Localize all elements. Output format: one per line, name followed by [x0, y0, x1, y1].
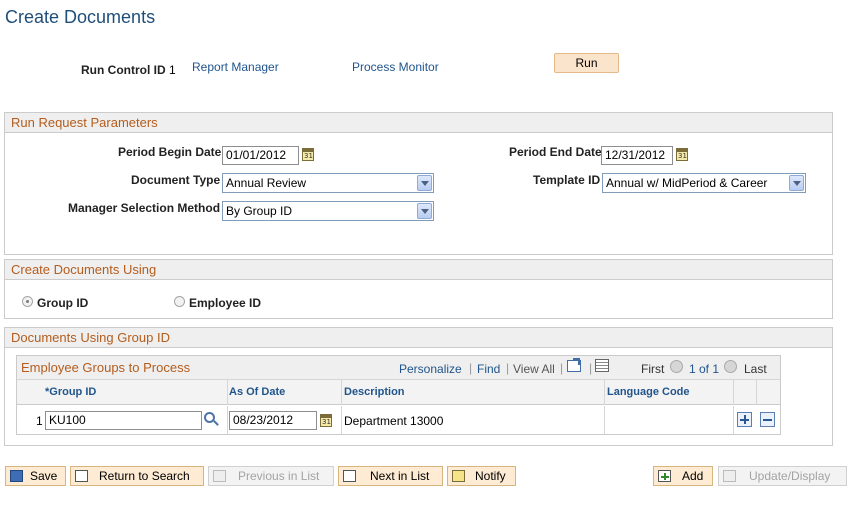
period-begin-date-label: Period Begin Date	[118, 145, 222, 159]
return-to-search-button[interactable]: Return to Search	[70, 466, 204, 486]
divider: |	[506, 361, 510, 375]
chevron-down-icon[interactable]	[417, 175, 432, 191]
employee-groups-grid: Employee Groups to Process Personalize |…	[16, 355, 781, 435]
document-type-label: Document Type	[131, 173, 221, 187]
add-button[interactable]: Add	[653, 466, 713, 486]
create-documents-using-header: Create Documents Using	[5, 260, 832, 280]
report-manager-link[interactable]: Report Manager	[192, 60, 279, 74]
group-id-input[interactable]: KU100	[45, 411, 202, 430]
group-id-radio-label: Group ID	[37, 296, 89, 310]
row-number: 1	[36, 414, 43, 428]
manager-selection-method-label: Manager Selection Method	[68, 201, 221, 215]
table-row: 1 KU100 08/23/2012 Department 13000	[17, 406, 780, 434]
template-id-select[interactable]: Annual w/ MidPeriod & Career	[602, 173, 806, 193]
search-icon[interactable]	[204, 412, 219, 426]
personalize-link[interactable]: Personalize	[399, 362, 462, 376]
notify-button-label: Notify	[475, 469, 506, 483]
divider: |	[560, 361, 564, 375]
document-type-select[interactable]: Annual Review	[222, 173, 434, 193]
next-in-list-label: Next in List	[370, 469, 430, 483]
column-header-group-id[interactable]: *Group ID	[45, 386, 96, 398]
next-row-icon[interactable]	[724, 360, 737, 373]
divider: |	[469, 361, 473, 375]
add-button-label: Add	[682, 469, 704, 483]
documents-using-group-id-header: Documents Using Group ID	[5, 328, 832, 348]
as-of-date-input[interactable]: 08/23/2012	[229, 411, 317, 430]
column-header-description[interactable]: Description	[344, 386, 405, 398]
run-control-id-label: Run Control ID	[81, 63, 166, 77]
delete-row-icon[interactable]	[760, 412, 775, 427]
first-label: First	[641, 362, 665, 376]
run-button[interactable]: Run	[554, 53, 619, 73]
find-link[interactable]: Find	[477, 362, 500, 376]
period-begin-date-input[interactable]: 01/01/2012	[222, 146, 299, 165]
previous-row-icon[interactable]	[670, 360, 683, 373]
save-icon	[10, 470, 23, 482]
previous-in-list-button[interactable]: Previous in List	[208, 466, 334, 486]
next-in-list-button[interactable]: Next in List	[338, 466, 443, 486]
group-id-radio[interactable]	[22, 296, 33, 307]
manager-selection-method-select[interactable]: By Group ID	[222, 201, 434, 221]
divider: |	[589, 361, 593, 375]
next-in-list-icon	[343, 470, 356, 482]
row-range: 1 of 1	[689, 362, 720, 376]
previous-in-list-icon	[213, 470, 226, 482]
employee-id-radio-label: Employee ID	[189, 296, 262, 310]
run-control-id-value: 1	[169, 63, 176, 77]
previous-in-list-label: Previous in List	[238, 469, 320, 483]
column-header-as-of-date[interactable]: As Of Date	[229, 386, 285, 398]
grid-title: Employee Groups to Process	[21, 360, 191, 375]
new-window-icon[interactable]	[567, 358, 581, 372]
return-to-search-icon	[75, 470, 88, 482]
download-grid-icon[interactable]	[595, 359, 609, 372]
manager-selection-method-value: By Group ID	[226, 204, 293, 218]
chevron-down-icon[interactable]	[417, 203, 432, 219]
page-title: Create Documents	[5, 7, 156, 27]
grid-title-bar: Employee Groups to Process Personalize |…	[17, 356, 780, 379]
chevron-down-icon[interactable]	[789, 175, 804, 191]
update-display-icon	[723, 470, 736, 482]
save-button[interactable]: Save	[5, 466, 66, 486]
process-monitor-link[interactable]: Process Monitor	[352, 60, 439, 74]
template-id-label: Template ID	[533, 173, 601, 187]
calendar-icon[interactable]	[676, 148, 688, 161]
calendar-icon[interactable]	[320, 414, 332, 427]
add-icon	[658, 470, 671, 482]
employee-id-radio[interactable]	[174, 296, 185, 307]
template-id-value: Annual w/ MidPeriod & Career	[606, 176, 768, 190]
description-value: Department 13000	[344, 414, 444, 428]
notify-icon	[452, 470, 465, 482]
update-display-button[interactable]: Update/Display	[718, 466, 847, 486]
period-end-date-label: Period End Date	[509, 145, 602, 159]
period-end-date-input[interactable]: 12/31/2012	[601, 146, 673, 165]
column-header-language-code[interactable]: Language Code	[607, 386, 690, 398]
view-all-link[interactable]: View All	[513, 362, 555, 376]
document-type-value: Annual Review	[226, 176, 307, 190]
add-row-icon[interactable]	[737, 412, 752, 427]
last-label: Last	[744, 362, 767, 376]
notify-button[interactable]: Notify	[447, 466, 516, 486]
return-to-search-label: Return to Search	[99, 469, 190, 483]
save-button-label: Save	[30, 469, 58, 483]
update-display-label: Update/Display	[749, 469, 831, 483]
calendar-icon[interactable]	[302, 148, 314, 161]
create-documents-using-section: Create Documents Using	[4, 259, 833, 319]
run-request-parameters-header: Run Request Parameters	[5, 113, 832, 133]
grid-header-row: *Group ID As Of Date Description Languag…	[17, 379, 780, 405]
